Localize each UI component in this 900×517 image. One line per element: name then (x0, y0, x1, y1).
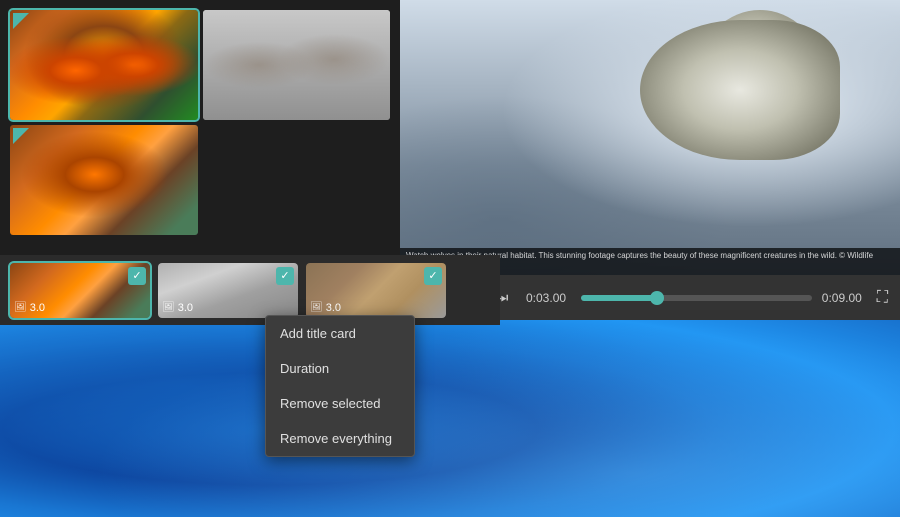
progress-bar[interactable] (581, 295, 812, 301)
thumbnail-tiger-cubs[interactable] (10, 10, 198, 120)
tl-duration-1: 🖼 3.0 (14, 302, 45, 314)
thumbnail-snow-leopard[interactable] (203, 10, 391, 120)
progress-fill (581, 295, 657, 301)
wolf-background (400, 0, 900, 275)
context-menu: Add title card Duration Remove selected … (265, 315, 415, 457)
tl-duration-value-2: 3.0 (178, 302, 193, 314)
selected-corner-tiger2 (13, 128, 29, 144)
thumbnail-tiger2[interactable] (10, 125, 198, 235)
fullscreen-button[interactable]: ⛶ (877, 289, 888, 307)
time-current: 0:03.00 (526, 291, 571, 305)
menu-item-add-title-card[interactable]: Add title card (266, 316, 414, 351)
wolf-body (640, 20, 840, 160)
duration-icon-2: 🖼 (162, 302, 175, 313)
menu-item-duration[interactable]: Duration (266, 351, 414, 386)
tl-duration-value-3: 3.0 (326, 302, 341, 314)
timeline-item-2[interactable]: ✓ 🖼 3.0 (158, 263, 298, 318)
selected-corner-tiger (13, 13, 29, 29)
tl-duration-2: 🖼 3.0 (162, 302, 193, 314)
tl-duration-3: 🖼 3.0 (310, 302, 341, 314)
progress-thumb (650, 291, 664, 305)
duration-icon-3: 🖼 (310, 302, 323, 313)
menu-item-remove-selected[interactable]: Remove selected (266, 386, 414, 421)
menu-item-remove-everything[interactable]: Remove everything (266, 421, 414, 456)
wallpaper-detail (0, 297, 900, 517)
video-preview: Watch wolves in their natural habitat. T… (400, 0, 900, 275)
tl-check-1: ✓ (128, 267, 146, 285)
duration-icon-1: 🖼 (14, 302, 27, 313)
selected-corner-leopard (206, 13, 222, 29)
tl-duration-value-1: 3.0 (30, 302, 45, 314)
wallpaper (0, 297, 900, 517)
time-total: 0:09.00 (822, 291, 867, 305)
timeline-item-1[interactable]: ✓ 🖼 3.0 (10, 263, 150, 318)
timeline: ✓ 🖼 3.0 ✓ 🖼 3.0 ✓ 🖼 3.0 (0, 255, 500, 325)
tl-check-2: ✓ (276, 267, 294, 285)
tl-check-3: ✓ (424, 267, 442, 285)
timeline-item-3[interactable]: ✓ 🖼 3.0 (306, 263, 446, 318)
